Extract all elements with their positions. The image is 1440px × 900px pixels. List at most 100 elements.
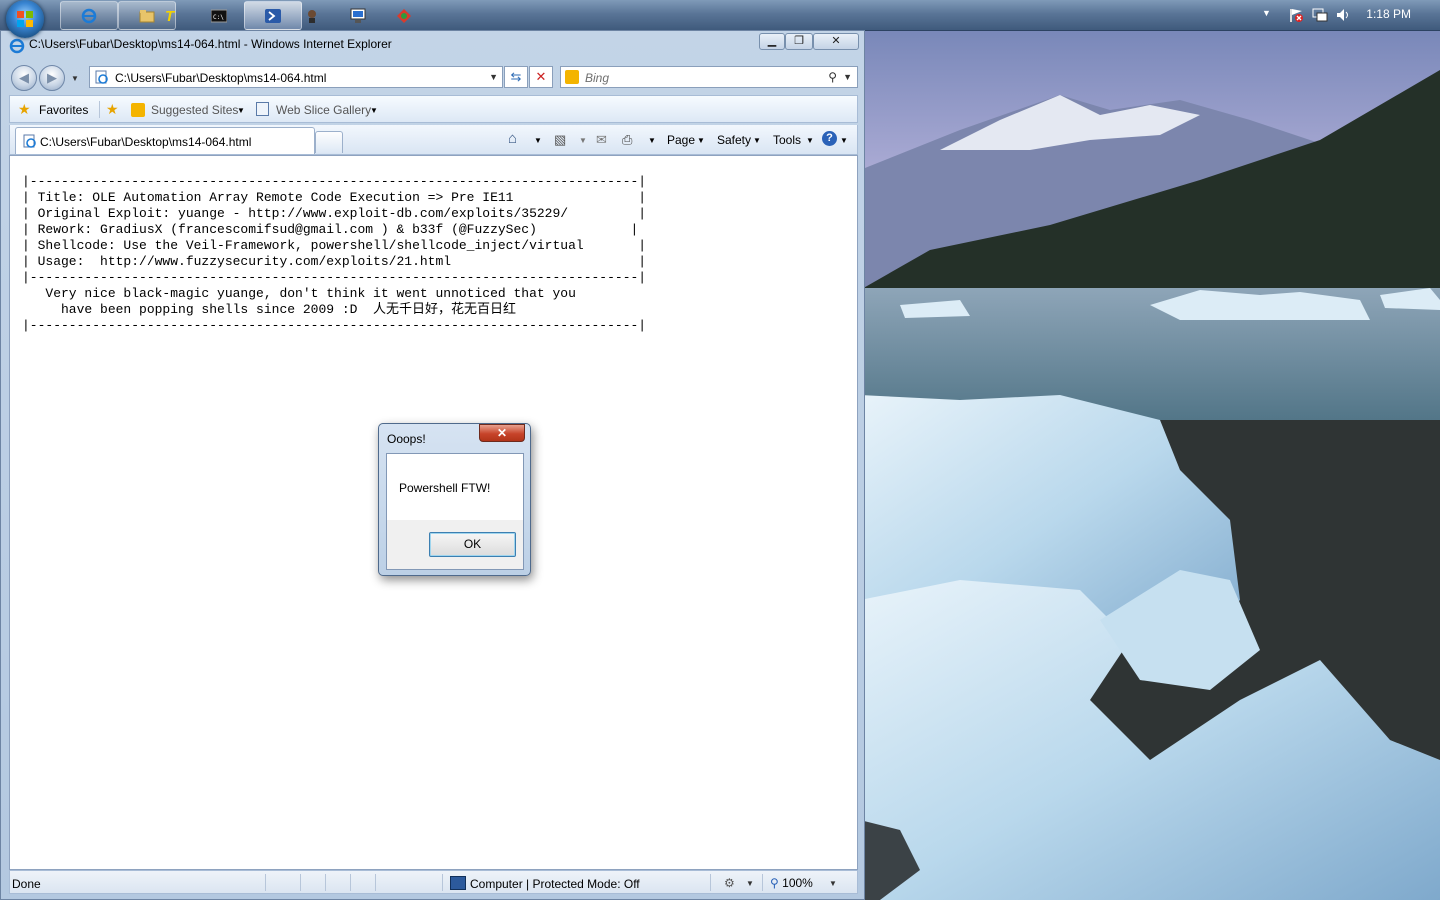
web-slice-icon [256,102,269,116]
taskbar-network-monitor-button[interactable] [344,1,372,30]
forward-button[interactable]: ▶ [39,65,65,91]
web-slice-gallery-link[interactable]: Web Slice Gallery [276,103,371,117]
search-placeholder: Bing [585,71,610,85]
zoom-level[interactable]: ⚲ 100% [770,876,813,890]
divider [710,874,711,891]
tools-dropdown-icon[interactable]: ▼ [806,136,814,145]
protected-mode-icon[interactable]: ⚙ [724,876,735,890]
close-button[interactable]: ✕ [813,33,859,50]
dialog-message: Powershell FTW! [399,481,491,495]
system-tray: ▼ 1:18 PM [1250,0,1440,30]
refresh-button[interactable]: ⇆ [504,66,528,88]
action-center-icon[interactable] [1288,7,1304,23]
zoom-icon: ⚲ [770,876,779,890]
search-icon[interactable]: ⚲ [828,70,837,84]
help-icon[interactable]: ? [822,131,837,146]
page-dropdown-icon[interactable]: ▼ [697,136,705,145]
new-tab-button[interactable] [315,131,343,153]
taskbar-text-editor-button[interactable]: T [162,1,184,30]
alert-dialog: Ooops! ✕ Powershell FTW! OK [378,423,531,576]
zoom-dropdown-icon[interactable]: ▼ [829,879,837,888]
volume-icon[interactable] [1336,7,1352,23]
divider [375,874,376,891]
search-box[interactable]: Bing ⚲ ▼ [560,66,858,88]
page-icon [95,70,108,84]
computer-icon [450,876,466,890]
restore-icon: ❐ [794,35,804,47]
minimize-icon: ▁ [767,35,777,47]
powershell-icon [265,9,281,23]
address-dropdown-icon[interactable]: ▼ [489,72,498,82]
svg-text:C:\: C:\ [213,14,224,21]
divider [265,874,266,891]
suggested-sites-link[interactable]: Suggested Sites [151,103,238,117]
dialog-close-button[interactable]: ✕ [479,424,525,442]
ok-button[interactable]: OK [429,532,516,557]
help-dropdown-icon[interactable]: ▼ [840,136,848,145]
tab-label: C:\Users\Fubar\Desktop\ms14-064.html [40,135,252,149]
page-menu[interactable]: Page [667,133,695,147]
restore-button[interactable]: ❐ [785,33,813,50]
divider [762,874,763,891]
safety-menu[interactable]: Safety [717,133,751,147]
status-bar: Done Computer | Protected Mode: Off ⚙ ▼ … [9,870,858,894]
protected-mode-dropdown-icon[interactable]: ▼ [746,879,754,888]
recent-pages-dropdown-icon[interactable]: ▼ [71,74,79,83]
show-hidden-icons-icon[interactable]: ▼ [1262,8,1271,18]
back-button[interactable]: ◀ [11,65,37,91]
favorites-button[interactable]: Favorites [39,103,88,117]
address-bar[interactable]: C:\Users\Fubar\Desktop\ms14-064.html ▼ [89,66,503,88]
back-arrow-icon: ◀ [19,70,29,85]
user-tool-icon [308,10,316,23]
stop-button[interactable]: ✕ [529,66,553,88]
favorites-star-icon: ★ [18,101,31,117]
favorites-bar: ★ Favorites ★ Suggested Sites ▼ Web Slic… [9,95,858,123]
internet-explorer-icon [9,38,25,54]
bing-icon [565,70,579,84]
minimize-button[interactable]: ▁ [759,33,785,50]
forward-arrow-icon: ▶ [47,70,57,85]
close-icon: ✕ [831,35,841,47]
divider [300,874,301,891]
suggested-sites-dropdown-icon[interactable]: ▼ [237,106,245,115]
window-title: C:\Users\Fubar\Desktop\ms14-064.html - W… [29,37,392,51]
taskbar-cmd-button[interactable]: C:\ [206,1,232,30]
add-to-favorites-bar-icon[interactable]: ★ [106,101,119,118]
safety-dropdown-icon[interactable]: ▼ [753,136,761,145]
taskbar: T C:\ ▼ 1:18 PM [0,0,1440,38]
stop-icon: ✕ [535,69,547,84]
internet-explorer-icon [81,8,97,24]
page-icon [23,134,36,148]
search-options-dropdown-icon[interactable]: ▼ [843,72,852,82]
start-button[interactable] [6,0,44,38]
folder-icon [139,10,155,23]
print-dropdown-icon[interactable]: ▼ [648,136,656,145]
read-mail-icon[interactable]: ✉ [596,132,607,148]
home-dropdown-icon[interactable]: ▼ [534,136,542,145]
text-editor-icon: T [165,8,175,25]
taskbar-powershell-button[interactable] [244,1,302,30]
security-zone[interactable]: Computer | Protected Mode: Off [450,876,640,891]
print-icon[interactable]: ⎙ [622,132,632,148]
dialog-title: Ooops! [387,432,426,446]
network-icon[interactable] [1312,7,1328,23]
dialog-body: Powershell FTW! OK [386,453,524,570]
home-icon[interactable]: ⌂ [508,130,517,147]
feeds-icon[interactable]: ▧ [554,132,566,148]
web-slice-gallery-dropdown-icon[interactable]: ▼ [370,106,378,115]
tab-ms14-064[interactable]: C:\Users\Fubar\Desktop\ms14-064.html [15,127,315,154]
exploit-banner-text: |---------------------------------------… [22,174,647,333]
tab-and-command-bar: C:\Users\Fubar\Desktop\ms14-064.html ⌂ ▼… [9,125,858,155]
tools-menu[interactable]: Tools [773,133,801,147]
taskbar-tool-button[interactable] [390,1,418,30]
address-text: C:\Users\Fubar\Desktop\ms14-064.html [115,71,327,85]
divider [442,874,443,891]
refresh-icon: ⇆ [510,69,522,84]
taskbar-ie-button[interactable] [60,1,118,30]
divider [99,101,100,118]
feeds-dropdown-icon[interactable]: ▼ [579,136,587,145]
clock[interactable]: 1:18 PM [1366,7,1411,21]
security-zone-label: Computer | Protected Mode: Off [470,877,640,891]
bing-icon [131,103,145,117]
taskbar-user-tool-button[interactable] [298,1,326,30]
